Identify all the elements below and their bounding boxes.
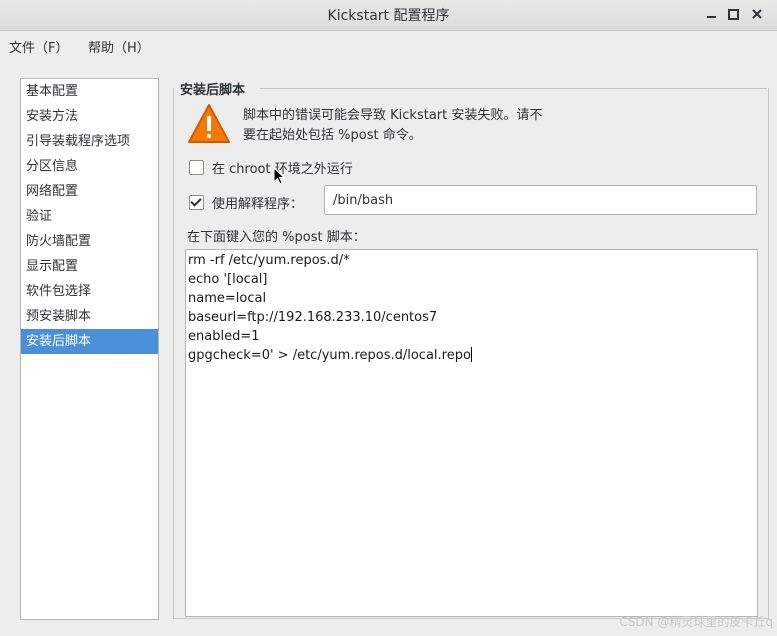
close-icon — [752, 9, 762, 19]
sidebar-item-pre-install-script[interactable]: 预安装脚本 — [21, 304, 158, 329]
sidebar-item-authentication[interactable]: 验证 — [21, 204, 158, 229]
menu-bar: 文件（F） 帮助（H） — [0, 31, 777, 59]
post-script-textarea[interactable]: rm -rf /etc/yum.repos.d/* echo '[local] … — [185, 249, 758, 617]
script-line: rm -rf /etc/yum.repos.d/* — [188, 253, 350, 268]
sidebar-item-basic-config[interactable]: 基本配置 — [21, 79, 158, 104]
interpreter-input[interactable] — [324, 185, 757, 215]
sidebar-item-firewall-config[interactable]: 防火墙配置 — [21, 229, 158, 254]
sidebar-item-bootloader-options[interactable]: 引导装载程序选项 — [21, 129, 158, 154]
script-line-last: gpgcheck=0' > /etc/yum.repos.d/local.rep… — [188, 346, 755, 365]
sidebar-item-package-selection[interactable]: 软件包选择 — [21, 279, 158, 304]
script-line: echo '[local] — [188, 272, 268, 287]
minimize-icon — [706, 16, 716, 18]
mouse-pointer-icon — [273, 167, 285, 185]
script-line: baseurl=ftp://192.168.233.10/centos7 — [188, 310, 438, 325]
title-bar: Kickstart 配置程序 — [0, 0, 777, 31]
section-title: 安装后脚本 — [178, 79, 248, 98]
chroot-option[interactable]: 在 chroot 环境之外运行 — [189, 158, 353, 177]
sidebar-item-display-config[interactable]: 显示配置 — [21, 254, 158, 279]
window-title: Kickstart 配置程序 — [327, 8, 450, 24]
interpreter-option[interactable]: 使用解释程序： — [189, 193, 303, 212]
text-caret — [470, 347, 472, 362]
script-line-text: gpgcheck=0' > /etc/yum.repos.d/local.rep… — [188, 348, 471, 363]
maximize-button[interactable] — [722, 4, 744, 24]
sidebar-item-network-config[interactable]: 网络配置 — [21, 179, 158, 204]
maximize-icon — [727, 8, 739, 20]
close-button[interactable] — [746, 4, 768, 24]
menu-file[interactable]: 文件（F） — [9, 37, 68, 56]
interpreter-checkbox[interactable] — [189, 195, 204, 210]
script-line: enabled=1 — [188, 329, 260, 344]
watermark: CSDN @精灵球里的皮卡丘q — [619, 615, 773, 629]
menu-help[interactable]: 帮助（H） — [88, 37, 150, 56]
sidebar-item-install-method[interactable]: 安装方法 — [21, 104, 158, 129]
chroot-checkbox[interactable] — [189, 160, 204, 175]
script-label: 在下面键入您的 %post 脚本： — [187, 230, 366, 245]
sidebar-item-partition-info[interactable]: 分区信息 — [21, 154, 158, 179]
warning-message: 脚本中的错误可能会导致 Kickstart 安装失败。请不 要在起始处包括 %p… — [243, 106, 603, 146]
interpreter-label: 使用解释程序： — [212, 197, 304, 212]
sidebar-nav: 基本配置 安装方法 引导装载程序选项 分区信息 网络配置 验证 防火墙配置 显示… — [20, 78, 159, 620]
minimize-button[interactable] — [700, 4, 722, 24]
script-line: name=local — [188, 291, 267, 306]
warning-line-1: 脚本中的错误可能会导致 Kickstart 安装失败。请不 — [243, 108, 543, 123]
warning-icon — [188, 104, 230, 143]
panel-frame-line — [260, 88, 767, 89]
sidebar-item-post-install-script[interactable]: 安装后脚本 — [21, 329, 158, 354]
warning-line-2: 要在起始处包括 %post 命令。 — [243, 128, 422, 143]
